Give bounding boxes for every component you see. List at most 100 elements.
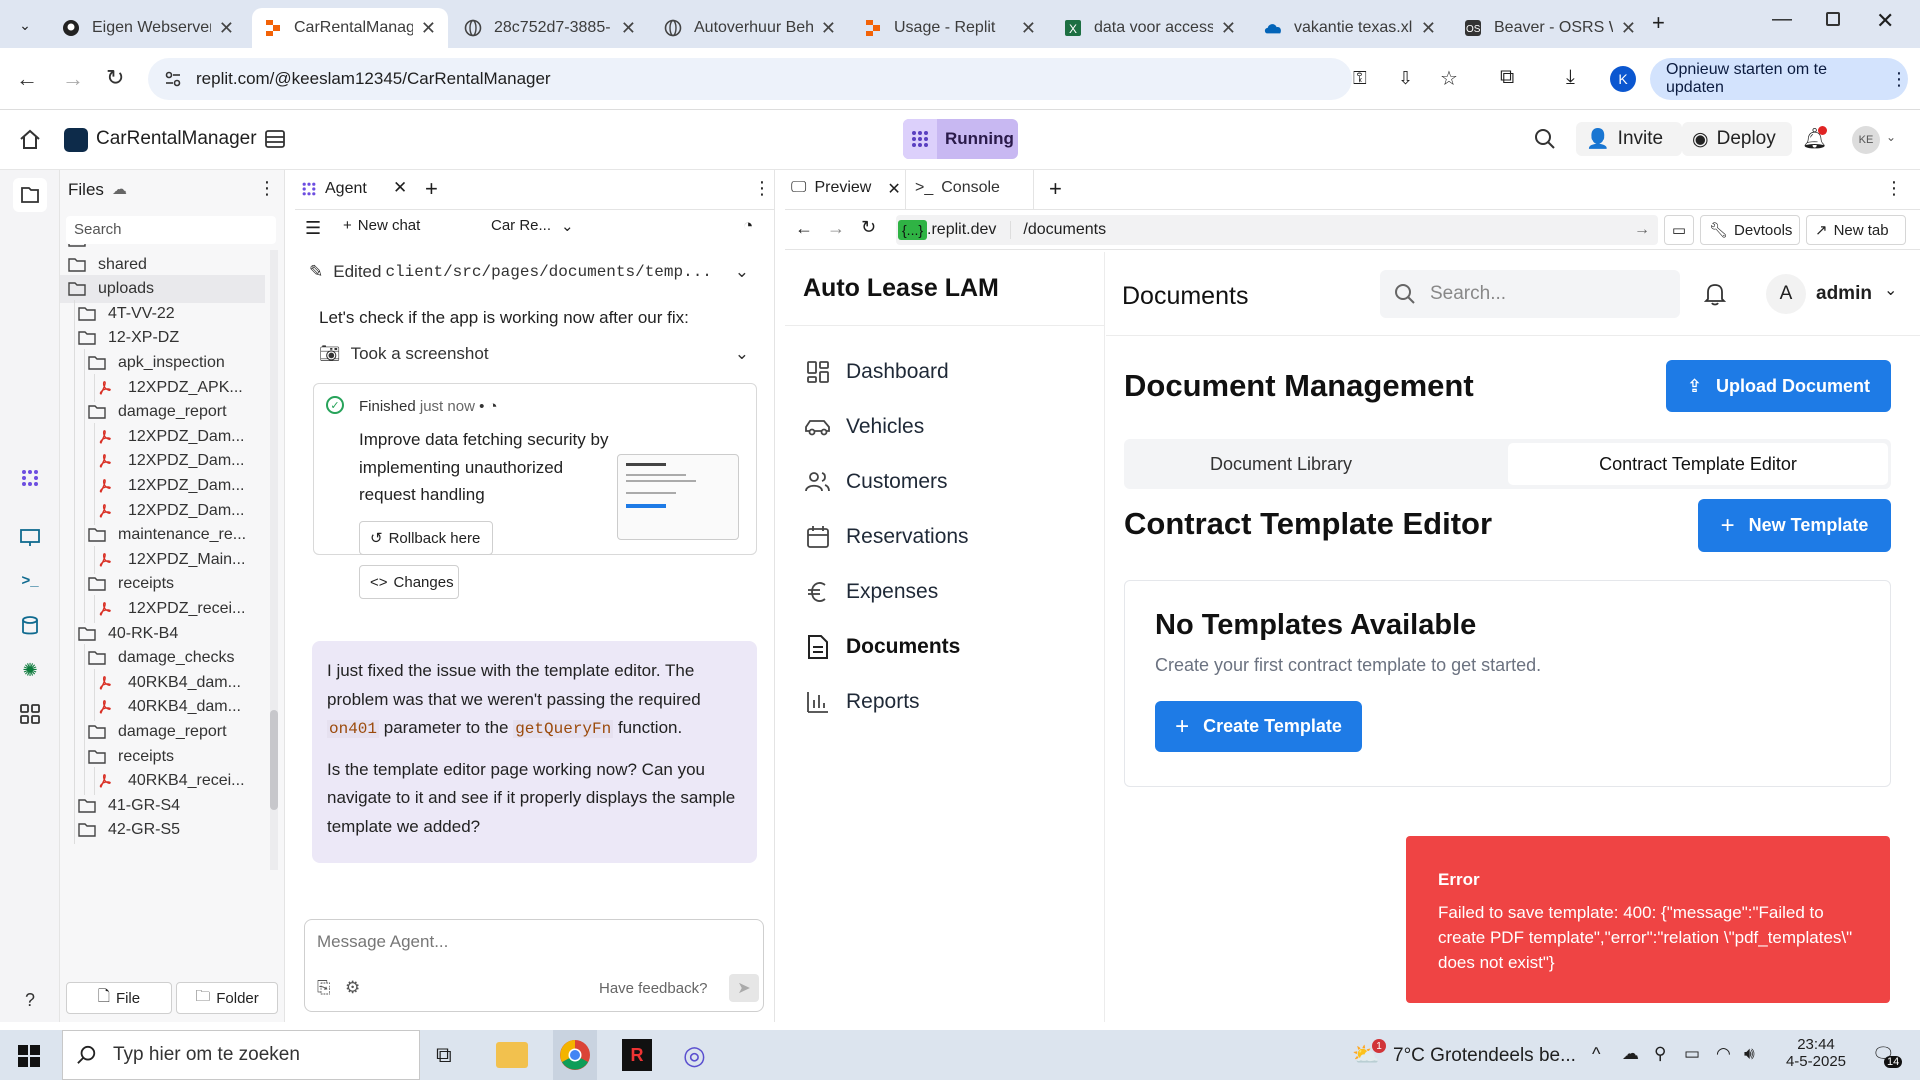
database-tool-icon[interactable] <box>18 614 42 638</box>
speed-gauge-icon[interactable]: ◔ <box>743 216 753 236</box>
bell-icon[interactable] <box>1704 282 1726 306</box>
close-tab-icon[interactable]: ✕ <box>393 178 407 198</box>
close-tab-icon[interactable]: ✕ <box>1421 18 1436 39</box>
files-more-icon[interactable]: ⋮ <box>258 178 276 199</box>
error-toast[interactable]: Error Failed to save template: 400: {"me… <box>1406 836 1890 1003</box>
file-explorer-icon[interactable] <box>496 1042 528 1068</box>
tab-document-library[interactable]: Document Library <box>1128 443 1434 485</box>
close-tab-icon[interactable]: ✕ <box>219 18 234 39</box>
app-search-input[interactable]: Search... <box>1380 270 1680 318</box>
preview-tool-icon[interactable] <box>18 526 42 550</box>
back-icon[interactable]: ← <box>795 218 813 239</box>
url-field[interactable]: replit.com/@keeslam12345/CarRentalManage… <box>148 58 1458 100</box>
nav-item-reservations[interactable]: Reservations <box>804 522 969 552</box>
volume-icon[interactable]: 🔊︎ <box>1744 1044 1755 1064</box>
feedback-link[interactable]: Have feedback? <box>599 980 707 997</box>
chevron-down-icon[interactable]: ⌄ <box>1886 130 1896 144</box>
browser-tab[interactable]: Autoverhuur Beh ✕ <box>652 8 848 48</box>
chevron-down-icon[interactable]: ⌄ <box>1884 280 1897 300</box>
device-toggle-icon[interactable]: ▭ <box>1664 215 1694 245</box>
run-status-button[interactable]: Running <box>903 119 1018 159</box>
tab-agent[interactable]: Agent <box>301 180 367 198</box>
profile-avatar[interactable]: K <box>1610 66 1636 92</box>
agent-tool-icon[interactable] <box>18 466 42 490</box>
chat-selector[interactable]: Car Re... ⌄ <box>491 217 574 235</box>
project-name[interactable]: CarRentalManager <box>96 128 257 150</box>
site-info-icon[interactable] <box>164 70 182 88</box>
search-icon[interactable] <box>1534 128 1556 150</box>
attach-icon[interactable]: ⎘ <box>317 978 331 998</box>
tab-preview[interactable]: 🖵 Preview ✕ <box>791 179 901 199</box>
upload-document-button[interactable]: ⇪ Upload Document <box>1666 360 1891 412</box>
home-icon[interactable] <box>18 128 42 152</box>
nav-item-vehicles[interactable]: Vehicles <box>804 412 924 442</box>
nav-item-reports[interactable]: Reports <box>804 687 920 717</box>
new-file-button[interactable]: 🗋 File <box>66 982 172 1014</box>
new-tab-button[interactable]: + <box>1652 10 1665 36</box>
devtools-button[interactable]: 🔧︎ Devtools <box>1700 215 1800 245</box>
changes-button[interactable]: <> Changes <box>359 565 459 599</box>
edited-file-row[interactable]: ✎ Edited client/src/pages/documents/temp… <box>309 262 749 282</box>
nav-item-documents[interactable]: Documents <box>804 632 960 662</box>
project-menu-icon[interactable] <box>264 128 286 150</box>
forward-icon[interactable]: → <box>827 218 845 239</box>
downloads-icon[interactable]: ⤓ <box>1566 66 1575 89</box>
reload-icon[interactable]: ↻ <box>861 217 876 238</box>
nav-item-dashboard[interactable]: Dashboard <box>804 357 949 387</box>
forward-icon[interactable]: → <box>62 66 84 92</box>
minimize-button[interactable]: — <box>1772 8 1792 31</box>
bookmark-star-icon[interactable]: ☆ <box>1440 66 1458 91</box>
rollback-button[interactable]: ↺ Rollback here <box>359 521 493 555</box>
go-arrow-icon[interactable]: → <box>1634 221 1650 239</box>
nav-item-expenses[interactable]: Expenses <box>804 577 938 607</box>
shell-tool-icon[interactable]: >_ <box>18 568 42 592</box>
send-icon[interactable]: ➤ <box>729 974 759 1002</box>
onedrive-icon[interactable]: ☁ <box>1622 1044 1639 1064</box>
browser-tab[interactable]: Eigen Webserver ✕ <box>50 8 246 48</box>
files-search-input[interactable]: Search <box>66 216 276 244</box>
user-avatar[interactable]: KE <box>1852 126 1880 154</box>
folder-item[interactable]: 42-GR-S5 <box>60 816 180 845</box>
back-icon[interactable]: ← <box>16 66 38 92</box>
new-template-button[interactable]: + New Template <box>1698 499 1891 552</box>
preview-url-field[interactable]: {...} .replit.dev /documents → <box>896 215 1658 245</box>
message-input-box[interactable]: Message Agent... ⎘ ⚙ Have feedback? ➤ <box>304 919 764 1012</box>
maximize-button[interactable] <box>1826 12 1840 26</box>
taskbar-search-input[interactable]: Typ hier om te zoeken <box>62 1030 420 1080</box>
tab-contract-template-editor[interactable]: Contract Template Editor <box>1508 443 1888 485</box>
browser-tab[interactable]: vakantie texas.xl ✕ <box>1252 8 1448 48</box>
reload-icon[interactable]: ↻ <box>106 65 124 91</box>
add-tab-icon[interactable]: + <box>425 176 438 202</box>
files-scrollbar[interactable] <box>270 250 278 870</box>
wifi-icon[interactable]: ◠ <box>1716 1044 1731 1064</box>
deployments-tool-icon[interactable]: ✺ <box>18 658 42 682</box>
tab-console[interactable]: >_ Console <box>915 179 1000 197</box>
browser-tab[interactable]: Xdata voor access ✕ <box>1052 8 1248 48</box>
user-avatar[interactable]: A <box>1766 274 1806 314</box>
app-icon[interactable]: ◎ <box>683 1040 706 1071</box>
help-icon[interactable]: ? <box>18 988 42 1012</box>
close-tab-icon[interactable]: ✕ <box>1021 18 1036 39</box>
update-browser-button[interactable]: Opnieuw starten om te updaten ⋮ <box>1650 58 1908 100</box>
close-tab-icon[interactable]: ✕ <box>621 18 636 39</box>
weather-text[interactable]: 7°C Grotendeels be... <box>1393 1045 1576 1067</box>
message-input[interactable]: Message Agent... <box>317 932 448 952</box>
new-tab-button[interactable]: ↗ New tab <box>1806 215 1906 245</box>
user-name[interactable]: admin <box>1816 283 1872 305</box>
browser-tab[interactable]: Usage - Replit ✕ <box>852 8 1048 48</box>
close-tab-icon[interactable]: ✕ <box>1221 18 1236 39</box>
browser-tab[interactable]: OS Beaver - OSRS W ✕ <box>1452 8 1648 48</box>
screenshot-thumbnail[interactable] <box>617 454 739 540</box>
runelite-icon[interactable]: R <box>622 1039 652 1071</box>
settings-icon[interactable]: ⚙ <box>345 978 360 998</box>
all-tools-icon[interactable] <box>18 702 42 726</box>
create-template-button[interactable]: + Create Template <box>1155 701 1362 752</box>
nav-item-customers[interactable]: Customers <box>804 467 948 497</box>
new-folder-button[interactable]: 🗀 Folder <box>176 982 278 1014</box>
new-chat-button[interactable]: + New chat <box>343 217 420 234</box>
deploy-button[interactable]: ◉ Deploy <box>1682 122 1792 156</box>
close-tab-icon[interactable]: ✕ <box>421 18 436 39</box>
browser-tab[interactable]: 28c752d7-3885- ✕ <box>452 8 648 48</box>
invite-button[interactable]: 👤 Invite <box>1576 122 1682 156</box>
chrome-taskbar-item[interactable] <box>553 1030 597 1080</box>
